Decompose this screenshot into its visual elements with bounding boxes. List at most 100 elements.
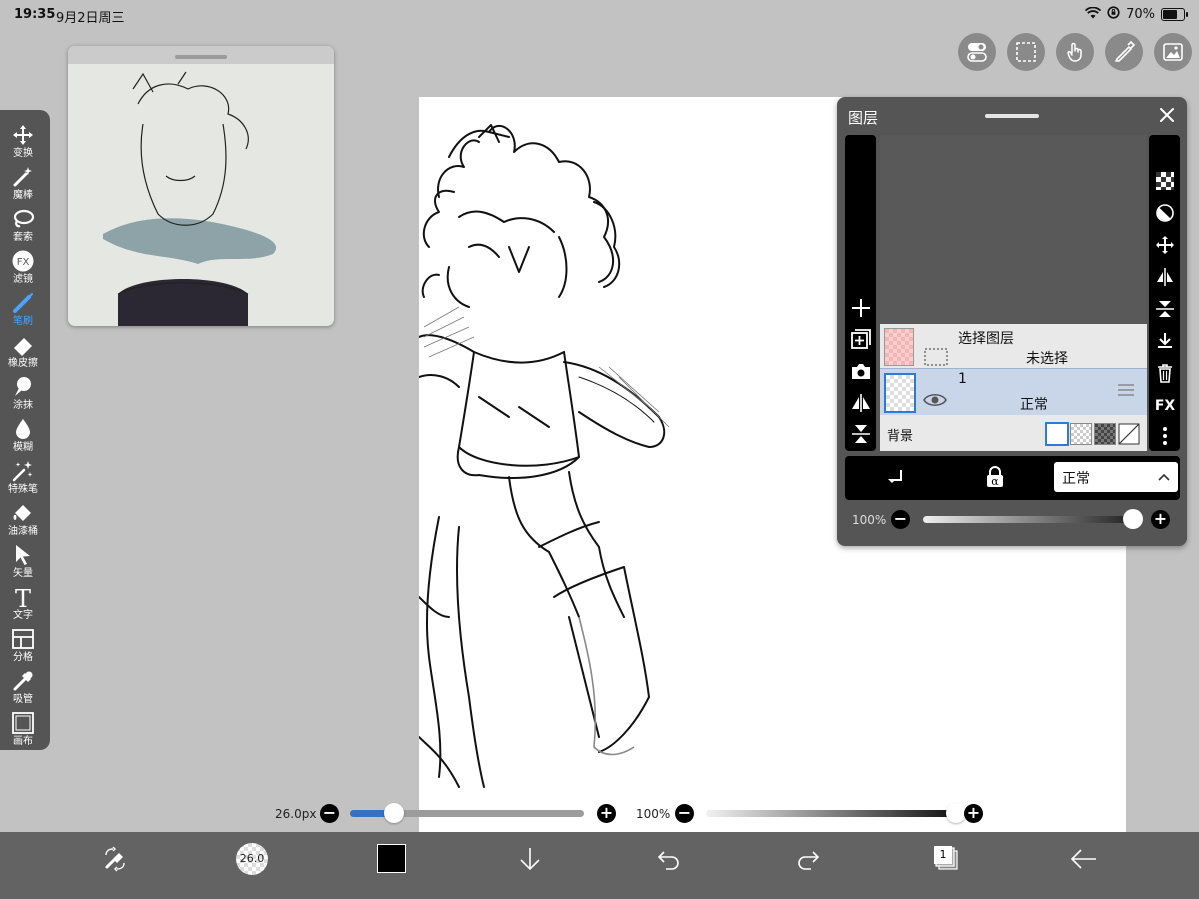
tool-lasso[interactable]: 套索	[0, 202, 46, 244]
selection-button[interactable]	[1007, 33, 1045, 71]
blend-mode-select[interactable]: 正常	[1054, 462, 1178, 492]
tool-label: 文字	[13, 610, 33, 621]
bottom-toolbar: 26.0 1	[0, 832, 1199, 899]
brush-opacity-value: 100%	[636, 807, 671, 821]
layer-opacity-knob[interactable]	[1123, 509, 1143, 529]
wifi-icon	[1084, 6, 1102, 23]
lasso-icon	[13, 209, 35, 228]
toggle-icon	[967, 43, 987, 62]
back-arrow-icon[interactable]	[1070, 848, 1098, 870]
tool-paint-bucket[interactable]: 油漆桶	[0, 496, 46, 538]
frame-divider-icon	[12, 629, 34, 649]
background-layer-row[interactable]: 背景	[880, 415, 1147, 451]
battery-percent: 70%	[1126, 7, 1155, 22]
tool-transform[interactable]: 变换	[0, 118, 46, 160]
bg-transparent-swatch[interactable]	[1118, 423, 1140, 445]
download-arrow-icon[interactable]	[518, 846, 542, 872]
layer-opacity-minus-button[interactable]: −	[891, 510, 910, 529]
layer-opacity-plus-button[interactable]: +	[1151, 510, 1170, 529]
alpha-lock-icon[interactable]: α	[984, 465, 1006, 489]
image-icon	[1163, 43, 1183, 61]
tool-label: 变换	[13, 148, 33, 159]
tool-canvas[interactable]: 画布	[0, 706, 46, 748]
tool-blur[interactable]: 模糊	[0, 412, 46, 454]
brush-size-minus-button[interactable]: −	[320, 804, 339, 823]
close-icon[interactable]	[1157, 105, 1177, 125]
layer-actions-right: FX	[1149, 135, 1180, 451]
ruler-pen-button[interactable]	[1105, 33, 1143, 71]
svg-text:α: α	[991, 475, 999, 488]
brush-size-preview-button[interactable]: 26.0	[236, 843, 268, 875]
tool-eraser[interactable]: 橡皮擦	[0, 328, 46, 370]
current-color-swatch[interactable]	[377, 844, 406, 873]
layer-1-thumbnail	[884, 373, 916, 413]
navigator-panel[interactable]	[68, 46, 334, 326]
selection-marquee-icon	[924, 348, 948, 366]
selection-layer-row[interactable]: 选择图层 未选择	[880, 324, 1147, 368]
tool-label: 画布	[13, 736, 33, 747]
layer-opacity-slider[interactable]	[923, 509, 1143, 529]
chevron-up-icon	[1158, 473, 1170, 481]
eye-visibility-icon[interactable]	[923, 392, 947, 408]
selection-layer-name: 选择图层	[958, 331, 1014, 347]
add-layer-icon[interactable]	[850, 297, 872, 319]
tool-smudge[interactable]: 涂抹	[0, 370, 46, 412]
tool-brush[interactable]: 笔刷	[0, 286, 46, 328]
drag-handle-icon[interactable]	[1117, 383, 1135, 397]
layers-grip-handle[interactable]	[985, 114, 1039, 118]
duplicate-layer-icon[interactable]	[850, 328, 872, 350]
tool-frame-divider[interactable]: 分格	[0, 622, 46, 664]
trash-icon[interactable]	[1155, 363, 1175, 383]
tool-filter[interactable]: FX 滤镜	[0, 244, 46, 286]
flip-horizontal-icon[interactable]	[850, 392, 872, 414]
brush-size-slider[interactable]	[350, 803, 584, 823]
layer-fx-icon[interactable]: FX	[1153, 395, 1177, 415]
brush-opacity-knob[interactable]	[946, 803, 966, 823]
tool-label: 橡皮擦	[8, 358, 38, 369]
merge-down-icon[interactable]	[1155, 331, 1175, 351]
brush-eraser-swap-icon[interactable]	[101, 845, 129, 873]
tool-magic-wand[interactable]: 魔棒	[0, 160, 46, 202]
undo-icon[interactable]	[656, 848, 682, 870]
flip-layer-horizontal-icon[interactable]	[1155, 267, 1175, 287]
bg-light-checker-swatch[interactable]	[1070, 423, 1092, 445]
navigator-grip-handle[interactable]	[175, 55, 227, 59]
clipping-mask-icon[interactable]	[1155, 203, 1175, 223]
layer-empty-area	[880, 135, 1147, 324]
image-button[interactable]	[1154, 33, 1192, 71]
battery-icon	[1161, 8, 1188, 21]
tool-text[interactable]: T 文字	[0, 580, 46, 622]
layer-row-1[interactable]: 1 正常	[880, 368, 1147, 416]
tool-label: 分格	[13, 652, 33, 663]
clip-arrow-icon[interactable]	[883, 466, 907, 490]
text-icon: T	[15, 585, 31, 609]
layers-button[interactable]: 1	[933, 845, 959, 871]
status-time: 19:35	[14, 7, 56, 22]
paint-bucket-icon	[13, 505, 31, 521]
brush-opacity-plus-button[interactable]: +	[964, 804, 983, 823]
brush-size-plus-button[interactable]: +	[597, 804, 616, 823]
svg-text:FX: FX	[1155, 398, 1176, 414]
brush-opacity-slider[interactable]	[706, 803, 966, 823]
touch-button[interactable]	[1056, 33, 1094, 71]
flip-vertical-icon[interactable]	[850, 423, 872, 445]
tool-eyedropper[interactable]: 吸管	[0, 664, 46, 706]
tool-label: 模糊	[13, 442, 33, 453]
tool-label: 特殊笔	[8, 484, 38, 495]
move-layer-icon[interactable]	[1155, 235, 1175, 255]
checker-pattern-icon[interactable]	[1155, 171, 1175, 191]
brush-icon	[13, 293, 33, 313]
toggle-button[interactable]	[958, 33, 996, 71]
brush-opacity-minus-button[interactable]: −	[675, 804, 694, 823]
tool-vector[interactable]: 矢量	[0, 538, 46, 580]
redo-icon[interactable]	[795, 848, 821, 870]
tool-special-pen[interactable]: 特殊笔	[0, 454, 46, 496]
camera-icon[interactable]	[850, 360, 872, 382]
brush-size-knob[interactable]	[384, 803, 405, 823]
tool-label: 滤镜	[13, 274, 33, 285]
bg-dark-checker-swatch[interactable]	[1094, 423, 1116, 445]
layer-opacity-value: 100%	[852, 513, 887, 527]
flip-layer-vertical-icon[interactable]	[1155, 299, 1175, 319]
bg-white-swatch[interactable]	[1045, 422, 1069, 446]
more-options-icon[interactable]	[1159, 425, 1171, 447]
